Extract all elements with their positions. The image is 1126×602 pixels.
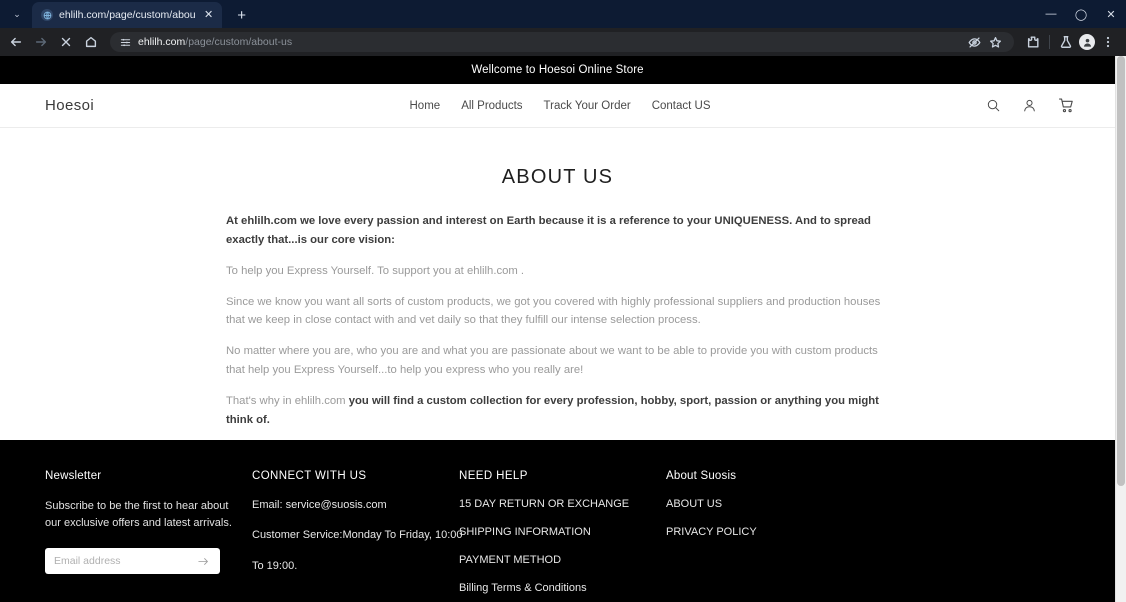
- footer-columns: Newsletter Subscribe to be the first to …: [45, 470, 1070, 602]
- search-icon[interactable]: [986, 98, 1001, 113]
- extensions-icon[interactable]: [1021, 30, 1045, 54]
- close-icon[interactable]: ✕: [202, 8, 216, 22]
- newsletter-description: Subscribe to be the first to hear about …: [45, 500, 232, 530]
- page-viewport: Wellcome to Hoesoi Online Store Hoesoi H…: [0, 56, 1126, 602]
- three-dot-menu-icon[interactable]: [1096, 30, 1120, 54]
- account-icon[interactable]: [1022, 98, 1037, 113]
- browser-window: ⌄ ehlilh.com/page/custom/abou ✕ + — ◯ ✕: [0, 0, 1126, 602]
- need-help-heading: NEED HELP: [459, 470, 528, 482]
- globe-icon: [41, 9, 53, 21]
- announcement-bar: Wellcome to Hoesoi Online Store: [0, 56, 1115, 84]
- toolbar-divider: [1049, 35, 1050, 49]
- site-logo[interactable]: Hoesoi: [45, 97, 245, 114]
- main-navigation: Home All Products Track Your Order Conta…: [245, 100, 875, 112]
- footer-link-shipping[interactable]: SHIPPING INFORMATION: [459, 526, 666, 538]
- nav-item-home[interactable]: Home: [410, 100, 441, 112]
- nav-item-track-your-order[interactable]: Track Your Order: [544, 100, 631, 112]
- footer-column-connect: CONNECT WITH US Email: service@suosis.co…: [252, 470, 463, 602]
- home-icon[interactable]: [79, 30, 103, 54]
- about-paragraph-1: At ehlilh.com we love every passion and …: [226, 215, 871, 246]
- footer-link-returns[interactable]: 15 DAY RETURN OR EXCHANGE: [459, 498, 666, 510]
- content-container: ABOUT US At ehlilh.com we love every pas…: [224, 166, 891, 440]
- footer-column-about: About Suosis ABOUT US PRIVACY POLICY: [666, 470, 873, 602]
- page-scrollbar[interactable]: [1115, 56, 1126, 602]
- footer-link-about-us[interactable]: ABOUT US: [666, 498, 873, 510]
- web-page: Wellcome to Hoesoi Online Store Hoesoi H…: [0, 56, 1115, 602]
- footer-column-need-help: NEED HELP 15 DAY RETURN OR EXCHANGE SHIP…: [459, 470, 666, 602]
- cart-icon[interactable]: [1058, 97, 1075, 114]
- forward-arrow-icon[interactable]: [29, 30, 53, 54]
- back-arrow-icon[interactable]: [4, 30, 28, 54]
- tab-title: ehlilh.com/page/custom/abou: [59, 9, 196, 21]
- omnibox-actions: [965, 33, 1005, 52]
- footer-link-privacy-policy[interactable]: PRIVACY POLICY: [666, 526, 873, 538]
- main-content: ABOUT US At ehlilh.com we love every pas…: [0, 128, 1115, 440]
- stop-loading-icon[interactable]: [54, 30, 78, 54]
- footer-link-payment[interactable]: PAYMENT METHOD: [459, 554, 666, 566]
- connect-email: Email: service@suosis.com: [252, 499, 387, 511]
- footer-link-billing-terms[interactable]: Billing Terms & Conditions: [459, 582, 666, 594]
- url-host: ehlilh.com: [138, 36, 186, 48]
- browser-toolbar: ehlilh.com/page/custom/about-us: [0, 28, 1126, 56]
- connect-hours-line2: To 19:00.: [252, 559, 298, 572]
- profile-avatar-icon[interactable]: [1079, 34, 1095, 50]
- window-close-button[interactable]: ✕: [1096, 0, 1126, 28]
- connect-hours-line1: Customer Service:Monday To Friday, 10:00: [252, 529, 463, 542]
- url-text[interactable]: ehlilh.com/page/custom/about-us: [138, 36, 958, 48]
- nav-item-contact-us[interactable]: Contact US: [652, 100, 711, 112]
- minimize-button[interactable]: —: [1036, 0, 1066, 28]
- newsletter-submit-button[interactable]: [195, 553, 211, 569]
- scrollbar-thumb[interactable]: [1117, 56, 1125, 486]
- about-paragraph-5-lead: That's why in ehlilh.com: [226, 395, 349, 408]
- about-paragraph-5: That's why in ehlilh.com you will find a…: [226, 392, 889, 430]
- connect-heading: CONNECT WITH US: [252, 470, 367, 482]
- tab-search-icon[interactable]: ⌄: [4, 1, 30, 27]
- newsletter-heading: Newsletter: [45, 470, 102, 482]
- footer-column-newsletter: Newsletter Subscribe to be the first to …: [45, 470, 252, 602]
- maximize-button[interactable]: ◯: [1066, 0, 1096, 28]
- site-header: Hoesoi Home All Products Track Your Orde…: [0, 84, 1115, 128]
- window-controls: — ◯ ✕: [1036, 0, 1126, 28]
- about-paragraph-3: Since we know you want all sorts of cust…: [226, 295, 881, 327]
- about-paragraph-2: To help you Express Yourself. To support…: [226, 264, 525, 277]
- url-path: /page/custom/about-us: [185, 36, 293, 48]
- flask-icon[interactable]: [1054, 30, 1078, 54]
- about-paragraph-4: No matter where you are, who you are and…: [226, 345, 878, 377]
- header-icon-group: [875, 97, 1075, 114]
- browser-tab[interactable]: ehlilh.com/page/custom/abou ✕: [32, 2, 222, 28]
- about-heading: About Suosis: [666, 470, 737, 482]
- page-title: ABOUT US: [501, 166, 614, 188]
- site-footer: Newsletter Subscribe to be the first to …: [0, 440, 1115, 602]
- newsletter-form[interactable]: [45, 548, 220, 575]
- email-input[interactable]: [54, 555, 195, 568]
- nav-item-all-products[interactable]: All Products: [461, 100, 522, 112]
- tab-strip: ⌄ ehlilh.com/page/custom/abou ✕ + — ◯ ✕: [0, 0, 1126, 28]
- new-tab-button[interactable]: +: [230, 3, 254, 27]
- eye-slash-icon[interactable]: [965, 33, 984, 52]
- address-bar[interactable]: ehlilh.com/page/custom/about-us: [110, 32, 1014, 52]
- star-icon[interactable]: [986, 33, 1005, 52]
- arrow-right-icon: [197, 557, 208, 565]
- page-settings-icon[interactable]: [119, 36, 131, 48]
